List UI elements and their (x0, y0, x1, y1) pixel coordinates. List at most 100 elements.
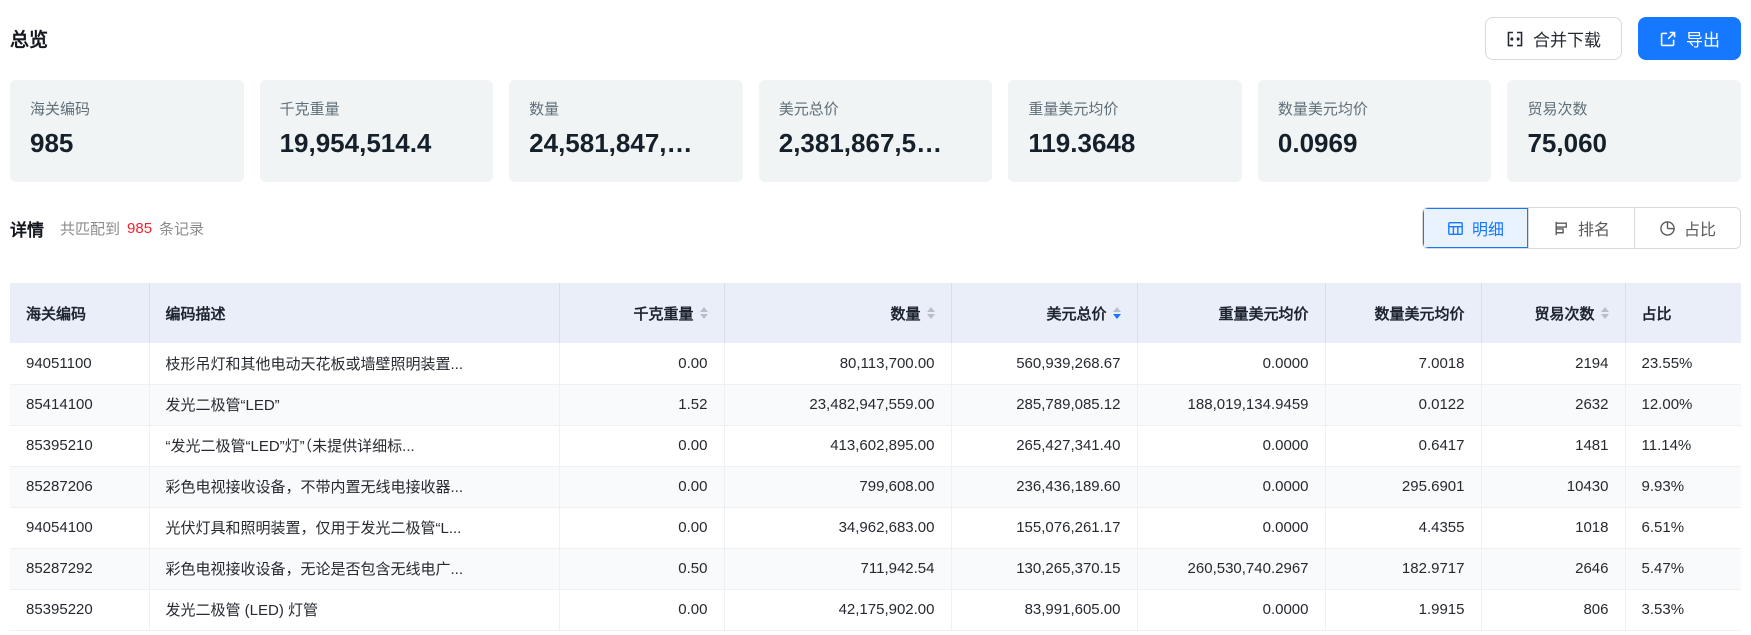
cell-usd-total: 285,789,085.12 (951, 384, 1137, 425)
cell-usd-per-unit: 0.6417 (1325, 425, 1481, 466)
cell-usd-per-kg: 188,019,134.9459 (1137, 384, 1325, 425)
cell-usd-per-unit: 182.9717 (1325, 548, 1481, 589)
stat-value: 19,954,514.4 (280, 128, 474, 159)
table-row: 85287206彩色电视接收设备，不带内置无线电接收器...0.00799,60… (10, 466, 1741, 507)
table-icon (1447, 220, 1464, 237)
table-row: 85414100发光二极管“LED”1.5223,482,947,559.002… (10, 384, 1741, 425)
cell-usd-per-kg: 260,530,740.2967 (1137, 548, 1325, 589)
ranking-icon (1553, 220, 1570, 237)
column-header-share: 占比 (1625, 283, 1741, 343)
cell-usd-total: 560,939,268.67 (951, 343, 1137, 384)
cell-description: 彩色电视接收设备，无论是否包含无线电广... (149, 548, 559, 589)
detail-heading: 详情 共匹配到 985 条记录 (10, 216, 204, 241)
cell-description: 光伏灯具和照明装置，仅用于发光二极管“L... (149, 507, 559, 548)
column-header-label: 占比 (1642, 303, 1672, 324)
match-prefix: 共匹配到 (60, 218, 120, 239)
cell-usd-total: 265,427,341.40 (951, 425, 1137, 466)
stat-value: 75,060 (1527, 128, 1721, 159)
cell-kg-weight: 0.50 (559, 548, 724, 589)
cell-usd-per-unit: 1.9915 (1325, 589, 1481, 630)
cell-quantity: 42,175,902.00 (724, 589, 951, 630)
column-header-label: 编码描述 (166, 303, 226, 324)
cell-usd-total: 155,076,261.17 (951, 507, 1137, 548)
export-label: 导出 (1686, 26, 1720, 51)
cell-kg-weight: 0.00 (559, 507, 724, 548)
stat-label: 贸易次数 (1527, 98, 1721, 119)
column-header-kg-weight[interactable]: 千克重量 (559, 283, 724, 343)
table-header-row: 海关编码 编码描述 千克重量数量 美元总价 重量美元均价数量美元均价贸易次数占比 (10, 283, 1741, 343)
cell-quantity: 711,942.54 (724, 548, 951, 589)
cell-hs-code: 85395210 (10, 425, 149, 466)
column-header-quantity[interactable]: 数量 (724, 283, 951, 343)
cell-hs-code: 85414100 (10, 384, 149, 425)
match-suffix: 条记录 (159, 218, 204, 239)
cell-usd-per-kg: 0.0000 (1137, 589, 1325, 630)
cell-share: 11.14% (1625, 425, 1741, 466)
stat-label: 重量美元均价 (1028, 98, 1222, 119)
match-count: 985 (127, 220, 152, 237)
column-header-trade-count[interactable]: 贸易次数 (1481, 283, 1625, 343)
match-summary: 共匹配到 985 条记录 (60, 218, 204, 239)
stat-label: 美元总价 (779, 98, 973, 119)
column-header-label: 重量美元均价 (1218, 303, 1308, 324)
column-header-hs-code: 海关编码 (10, 283, 149, 343)
stat-value: 985 (30, 128, 224, 159)
cell-usd-per-unit: 4.4355 (1325, 507, 1481, 548)
cell-description: 彩色电视接收设备，不带内置无线电接收器... (149, 466, 559, 507)
top-bar: 总览 合并下载 导出 (10, 17, 1741, 60)
table-row: 94051100枝形吊灯和其他电动天花板或墙壁照明装置...0.0080,113… (10, 343, 1741, 384)
stat-label: 千克重量 (280, 98, 474, 119)
stat-card: 千克重量 19,954,514.4 (260, 80, 494, 182)
cell-kg-weight: 0.00 (559, 343, 724, 384)
trade-dashboard: 总览 合并下载 导出 海关编码985千克重量19,954,514.4数量24,5… (0, 0, 1751, 631)
sort-icon (1113, 307, 1121, 319)
stat-label: 海关编码 (30, 98, 224, 119)
column-header-usd-per-unit: 数量美元均价 (1325, 283, 1481, 343)
top-actions: 合并下载 导出 (1485, 17, 1741, 60)
cell-usd-per-kg: 0.0000 (1137, 507, 1325, 548)
column-header-label: 海关编码 (26, 303, 86, 324)
cell-usd-per-kg: 0.0000 (1137, 343, 1325, 384)
merge-download-label: 合并下载 (1533, 26, 1601, 51)
merge-cells-icon (1506, 30, 1524, 48)
tab-detail[interactable]: 明细 (1423, 208, 1528, 248)
cell-description: “发光二极管“LED”灯”（未提供详细标... (149, 425, 559, 466)
cell-share: 5.47% (1625, 548, 1741, 589)
cell-hs-code: 85287206 (10, 466, 149, 507)
cell-hs-code: 85395220 (10, 589, 149, 630)
cell-kg-weight: 0.00 (559, 466, 724, 507)
export-button[interactable]: 导出 (1638, 17, 1741, 60)
page-title: 总览 (10, 25, 48, 52)
stat-card: 贸易次数 75,060 (1507, 80, 1741, 182)
merge-download-button[interactable]: 合并下载 (1485, 17, 1622, 60)
stat-card: 海关编码 985 (10, 80, 244, 182)
stat-value: 119.3648 (1028, 128, 1222, 159)
tab-ranking[interactable]: 排名 (1528, 208, 1634, 248)
section-title: 详情 (10, 216, 44, 241)
cell-share: 12.00% (1625, 384, 1741, 425)
sort-icon (927, 307, 935, 319)
cell-usd-per-kg: 0.0000 (1137, 425, 1325, 466)
stat-card: 美元总价 2,381,867,5… (759, 80, 993, 182)
cell-quantity: 34,962,683.00 (724, 507, 951, 548)
cell-usd-total: 83,991,605.00 (951, 589, 1137, 630)
stat-value: 2,381,867,5… (779, 128, 973, 159)
cell-kg-weight: 0.00 (559, 589, 724, 630)
sort-icon (700, 307, 708, 319)
stat-card: 数量24,581,847,… (509, 80, 743, 182)
tab-label: 明细 (1472, 216, 1504, 240)
stat-value: 24,581,847,… (529, 128, 723, 159)
cell-quantity: 23,482,947,559.00 (724, 384, 951, 425)
cell-trade-count: 2632 (1481, 384, 1625, 425)
cell-quantity: 80,113,700.00 (724, 343, 951, 384)
cell-share: 23.55% (1625, 343, 1741, 384)
cell-usd-per-unit: 295.6901 (1325, 466, 1481, 507)
stat-card: 数量美元均价0.0969 (1258, 80, 1492, 182)
tab-share[interactable]: 占比 (1634, 208, 1740, 248)
tab-label: 排名 (1578, 216, 1610, 240)
stat-label: 数量美元均价 (1278, 98, 1472, 119)
column-header-label: 美元总价 (1046, 303, 1106, 324)
column-header-usd-total[interactable]: 美元总价 (951, 283, 1137, 343)
cell-kg-weight: 0.00 (559, 425, 724, 466)
data-table: 海关编码 编码描述 千克重量数量 美元总价 重量美元均价数量美元均价贸易次数占比 940… (10, 283, 1741, 631)
